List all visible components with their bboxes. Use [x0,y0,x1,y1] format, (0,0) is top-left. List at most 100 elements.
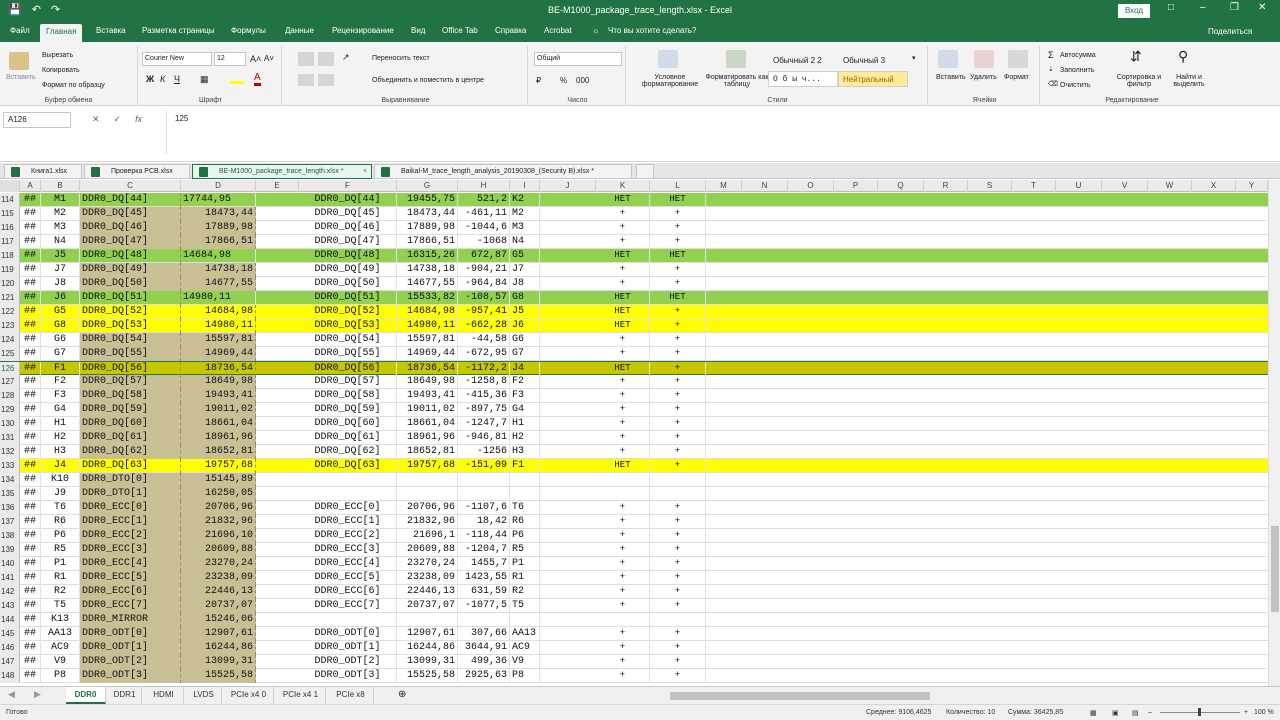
cell-g[interactable]: 23238,09 [397,571,458,585]
copy-button[interactable]: Копировать [42,67,80,74]
cell-f[interactable]: DDR0_DQ[49] [299,263,397,277]
cell-k[interactable] [596,487,650,501]
cell-i[interactable] [510,487,540,501]
cell-a[interactable]: ## [20,571,41,585]
cell-a[interactable]: ## [20,362,41,376]
cell-l[interactable]: + [650,515,706,529]
cell-a[interactable]: ## [20,669,41,683]
merge-center-button[interactable]: Объединить и поместить в центре [372,77,484,84]
cell-h[interactable]: -1068 [458,235,510,249]
cell-b[interactable]: J9 [41,487,80,501]
cell-h[interactable]: -946,81 [458,431,510,445]
cell-d[interactable]: 15145,89 [181,473,256,487]
column-header[interactable]: B [41,180,80,192]
cell-c[interactable]: DDR0_DQ[55] [80,347,181,361]
cell-g[interactable]: 18736,54 [397,362,458,376]
enter-icon[interactable]: ✓ [114,114,122,125]
column-header[interactable]: E [256,180,299,192]
cell-f[interactable]: DDR0_DQ[63] [299,459,397,473]
cell-g[interactable]: 18473,44 [397,207,458,221]
cell-a[interactable]: ## [20,403,41,417]
cell-g[interactable]: 19493,41 [397,389,458,403]
cell-i[interactable]: N4 [510,235,540,249]
cell-i[interactable]: AC9 [510,641,540,655]
cell-k[interactable]: + [596,333,650,347]
cell-c[interactable]: DDR0_DTO[0] [80,473,181,487]
cell-b[interactable]: K10 [41,473,80,487]
cell-f[interactable]: DDR0_ECC[3] [299,543,397,557]
cell-f[interactable]: DDR0_DQ[58] [299,389,397,403]
page-layout-view-icon[interactable]: ▣ [1112,709,1119,717]
cell-k[interactable]: НЕТ [596,193,650,207]
sort-filter-icon[interactable]: ⇵ [1130,48,1142,65]
cell-h[interactable]: 307,66 [458,627,510,641]
shrink-font-icon[interactable]: A˅ [264,54,274,63]
delete-cells-icon[interactable] [974,50,994,68]
cell-d[interactable]: 16250,05 [181,487,256,501]
cell-k[interactable]: + [596,263,650,277]
tell-me-search[interactable]: Что вы хотите сделать? [608,26,696,35]
spreadsheet-grid[interactable]: ABCDEFGHIJKLMNOPQRSTUVWXY 114 ## M1 DDR0_DQ… [0,180,1268,686]
cell-l[interactable]: + [650,277,706,291]
cell-b[interactable]: J6 [41,291,80,305]
cell-b[interactable]: T5 [41,599,80,613]
cell-f[interactable]: DDR0_DQ[45] [299,207,397,221]
cell-f[interactable]: DDR0_DQ[57] [299,375,397,389]
cell-h[interactable] [458,613,510,627]
cell-h[interactable]: -1256 [458,445,510,459]
cell-k[interactable]: + [596,431,650,445]
cell-d[interactable]: 15246,06 [181,613,256,627]
vertical-scrollbar[interactable] [1268,180,1280,686]
cell-c[interactable]: DDR0_DQ[51] [80,291,181,305]
row-header[interactable]: 139 [0,543,20,557]
cell-c[interactable]: DDR0_DQ[59] [80,403,181,417]
cell-i[interactable]: J4 [510,362,540,376]
cell-c[interactable]: DDR0_DQ[53] [80,319,181,333]
cell-l[interactable]: + [650,459,706,473]
cell-k[interactable]: + [596,669,650,683]
cell-a[interactable]: ## [20,599,41,613]
row-header[interactable]: 133 [0,459,20,473]
cell-k[interactable]: + [596,571,650,585]
cell-f[interactable]: DDR0_ECC[5] [299,571,397,585]
sheet-tab[interactable]: PCIe x4 1 [276,687,326,704]
fill-button[interactable]: Заполнить [1060,67,1094,74]
cell-c[interactable]: DDR0_ECC[4] [80,557,181,571]
cell-g[interactable]: 14677,55 [397,277,458,291]
tab-view[interactable]: Вид [411,26,425,35]
cell-h[interactable]: -461,11 [458,207,510,221]
cell-a[interactable]: ## [20,445,41,459]
cell-f[interactable]: DDR0_ODT[0] [299,627,397,641]
cell-d[interactable]: 12907,61 [181,627,256,641]
cell-f[interactable]: DDR0_DQ[46] [299,221,397,235]
cell-a[interactable]: ## [20,627,41,641]
cell-l[interactable]: + [650,501,706,515]
cell-a[interactable]: ## [20,655,41,669]
cell-b[interactable]: G8 [41,319,80,333]
cell-g[interactable]: 14738,18 [397,263,458,277]
row-header[interactable]: 145 [0,627,20,641]
autosum-button[interactable]: Автосумма [1060,52,1096,59]
cell-b[interactable]: J4 [41,459,80,473]
cell-c[interactable]: DDR0_ODT[2] [80,655,181,669]
paste-icon[interactable] [9,52,29,70]
cell-i[interactable]: F2 [510,375,540,389]
underline-button[interactable]: Ч [174,74,180,84]
format-cells-icon[interactable] [1008,50,1028,68]
cell-k[interactable]: + [596,207,650,221]
row-header[interactable]: 147 [0,655,20,669]
column-header[interactable]: W [1148,180,1192,192]
cell-a[interactable]: ## [20,305,41,319]
cell-b[interactable]: G4 [41,403,80,417]
cell-b[interactable]: G7 [41,347,80,361]
cell-d[interactable]: 13099,31 [181,655,256,669]
column-header[interactable]: X [1192,180,1236,192]
find-select-icon[interactable]: ⚲ [1178,48,1188,65]
cell-a[interactable]: ## [20,375,41,389]
cell-a[interactable]: ## [20,277,41,291]
horizontal-scroll-thumb[interactable] [670,692,930,700]
column-header[interactable]: Q [878,180,924,192]
tab-insert[interactable]: Вставка [96,26,126,35]
cell-h[interactable]: -957,41 [458,305,510,319]
row-header[interactable]: 143 [0,599,20,613]
